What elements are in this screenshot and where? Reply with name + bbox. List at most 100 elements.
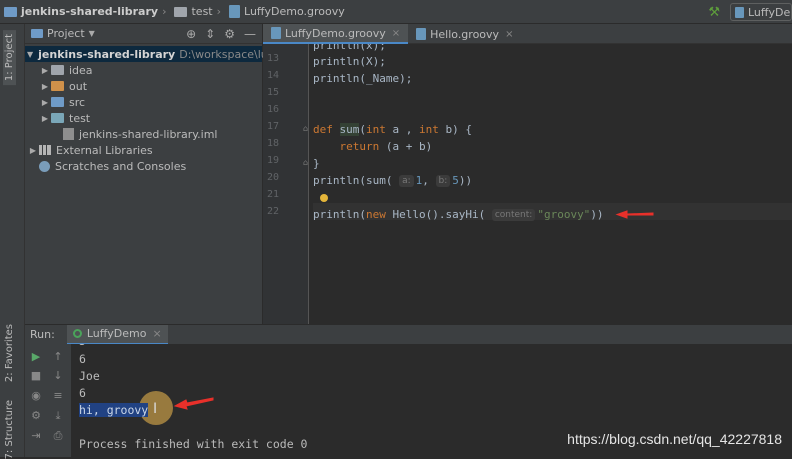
soft-wrap-icon[interactable]: ≡ xyxy=(51,389,65,402)
chevron-down-icon[interactable]: ▼ xyxy=(89,29,95,38)
scratches-icon xyxy=(39,160,50,172)
keyword: int xyxy=(366,123,386,136)
favorites-tool-tab-label: 2: Favorites xyxy=(4,324,15,383)
breadcrumb-file[interactable]: LuffyDemo.groovy xyxy=(225,5,345,18)
chevron-right-icon[interactable]: ▶ xyxy=(27,146,39,155)
settings-icon[interactable]: ⚙ xyxy=(29,409,43,422)
folder-icon xyxy=(174,6,188,17)
run-panel-title: Run: xyxy=(30,328,55,341)
parameter-hint: a: xyxy=(399,175,414,187)
breadcrumb-project[interactable]: jenkins-shared-library xyxy=(0,5,158,18)
project-view-icon xyxy=(31,29,43,38)
iml-file-icon xyxy=(63,128,74,140)
tree-item-label: Scratches and Consoles xyxy=(55,159,187,173)
tree-item-test[interactable]: ▶ test xyxy=(25,110,262,126)
editor-tabs: LuffyDemo.groovy × Hello.groovy × xyxy=(263,24,792,44)
groovy-file-icon xyxy=(416,28,427,40)
tree-item-out[interactable]: ▶ out xyxy=(25,78,262,94)
locate-file-icon[interactable]: ⊕ xyxy=(186,27,196,41)
code-line: println(_Name); xyxy=(313,72,413,85)
console-line-selected: hi, groovy xyxy=(79,402,149,419)
line-number: 21 xyxy=(266,189,279,200)
close-icon[interactable]: × xyxy=(392,28,400,39)
tree-item-label: jenkins-shared-library.iml xyxy=(79,127,218,141)
hide-panel-icon[interactable]: — xyxy=(244,27,256,41)
exit-icon[interactable]: ⇥ xyxy=(29,429,43,442)
rerun-icon[interactable]: ▶ xyxy=(29,350,43,363)
chevron-right-icon[interactable]: ▶ xyxy=(39,114,51,123)
favorites-tool-tab[interactable]: 2: Favorites xyxy=(4,324,15,382)
code-area[interactable]: println(x); println(X); println(_Name); … xyxy=(313,44,792,324)
line-number: 13 xyxy=(266,53,279,64)
fold-marker-icon[interactable]: ⌂ xyxy=(303,158,308,167)
collapse-all-icon[interactable]: ⇕ xyxy=(205,27,215,41)
project-folder-icon xyxy=(4,6,17,17)
camera-icon[interactable]: ◉ xyxy=(29,389,43,402)
code-line: return (a + b) xyxy=(313,138,433,155)
groovy-file-icon xyxy=(271,27,281,39)
tab-label: Hello.groovy xyxy=(430,27,500,41)
groovy-file-icon xyxy=(229,5,241,18)
breadcrumb-folder-label: test xyxy=(191,5,213,18)
code-editor: LuffyDemo.groovy × Hello.groovy × 13 14 … xyxy=(263,24,792,324)
navigation-bar: jenkins-shared-library › test › LuffyDem… xyxy=(0,0,792,24)
project-pane-title[interactable]: Project xyxy=(47,27,85,40)
scroll-up-icon[interactable]: ↑ xyxy=(51,350,65,363)
code-token: println(sum( xyxy=(313,174,400,187)
run-configuration-select[interactable]: LuffyDemo xyxy=(730,3,792,21)
console-line: Process finished with exit code 0 xyxy=(79,437,308,451)
parameter-hint: content: xyxy=(491,209,536,221)
tree-item-idea[interactable]: ▶ idea xyxy=(25,62,262,78)
run-tab-label: LuffyDemo xyxy=(86,327,147,340)
chevron-right-icon[interactable]: ▶ xyxy=(39,66,51,75)
tree-item-src[interactable]: ▶ src xyxy=(25,94,262,110)
tree-item-external-libraries[interactable]: ▶ External Libraries xyxy=(25,142,262,158)
code-token: )) xyxy=(458,174,473,187)
scroll-down-icon[interactable]: ↓ xyxy=(51,369,65,382)
stop-icon[interactable]: ■ xyxy=(29,369,43,382)
print-icon[interactable]: ⎙ xyxy=(51,429,65,443)
tree-root[interactable]: ▼ jenkins-shared-library D:\workspace\lu… xyxy=(25,46,302,62)
run-config-label: LuffyDemo xyxy=(748,5,791,19)
close-icon[interactable]: × xyxy=(153,327,162,340)
chevron-right-icon[interactable]: ▶ xyxy=(39,98,51,107)
code-line: def sum(int a , int b) { xyxy=(313,121,472,138)
breadcrumb-project-label: jenkins-shared-library xyxy=(21,5,159,18)
tree-item-iml[interactable]: jenkins-shared-library.iml xyxy=(25,126,262,142)
selected-text: hi, groovy xyxy=(79,403,149,417)
build-hammer-icon[interactable]: ⚒ xyxy=(708,5,720,20)
code-token: a , xyxy=(385,123,419,136)
keyword: new xyxy=(365,208,386,221)
tab-label: LuffyDemo.groovy xyxy=(285,26,386,40)
scroll-to-end-icon[interactable]: ⤓ xyxy=(51,409,65,423)
watermark: https://blog.csdn.net/qq_42227818 xyxy=(567,431,782,447)
tab-hello[interactable]: Hello.groovy × xyxy=(408,24,521,44)
breadcrumb-file-label: LuffyDemo.groovy xyxy=(244,5,345,18)
line-number: 15 xyxy=(266,87,279,98)
code-token: b) { xyxy=(438,123,472,136)
tree-item-label: External Libraries xyxy=(56,143,153,157)
chevron-right-icon[interactable]: ▶ xyxy=(39,82,51,91)
fold-marker-icon[interactable]: ⌂ xyxy=(303,124,308,133)
close-icon[interactable]: × xyxy=(505,29,513,40)
keyword: int xyxy=(419,123,439,136)
code-token: , xyxy=(422,174,436,187)
output-folder-icon xyxy=(51,81,64,91)
tree-item-scratches[interactable]: Scratches and Consoles xyxy=(25,158,262,174)
chevron-down-icon[interactable]: ▼ xyxy=(27,50,33,59)
run-panel-header: Run: LuffyDemo × xyxy=(25,324,792,345)
structure-tool-tab[interactable]: 7: Structure xyxy=(4,400,15,459)
code-line: } xyxy=(313,157,320,170)
line-number: 19 xyxy=(266,155,279,166)
run-toolbar: ▶ ↑ ■ ↓ ◉ ≡ ⚙ ⤓ ⇥ ⎙ xyxy=(25,344,71,457)
breadcrumb-folder[interactable]: test xyxy=(170,5,213,18)
gear-icon[interactable]: ⚙ xyxy=(224,27,235,41)
parameter-hint: b: xyxy=(435,175,451,187)
run-tab-luffydemo[interactable]: LuffyDemo × xyxy=(66,324,168,345)
project-tool-tab[interactable]: 1: Project xyxy=(3,30,16,86)
libraries-icon xyxy=(39,145,51,155)
lightbulb-icon[interactable] xyxy=(320,194,328,202)
source-folder-icon xyxy=(51,97,64,107)
tab-luffydemo[interactable]: LuffyDemo.groovy × xyxy=(263,24,409,44)
code-token: ( xyxy=(359,123,366,136)
